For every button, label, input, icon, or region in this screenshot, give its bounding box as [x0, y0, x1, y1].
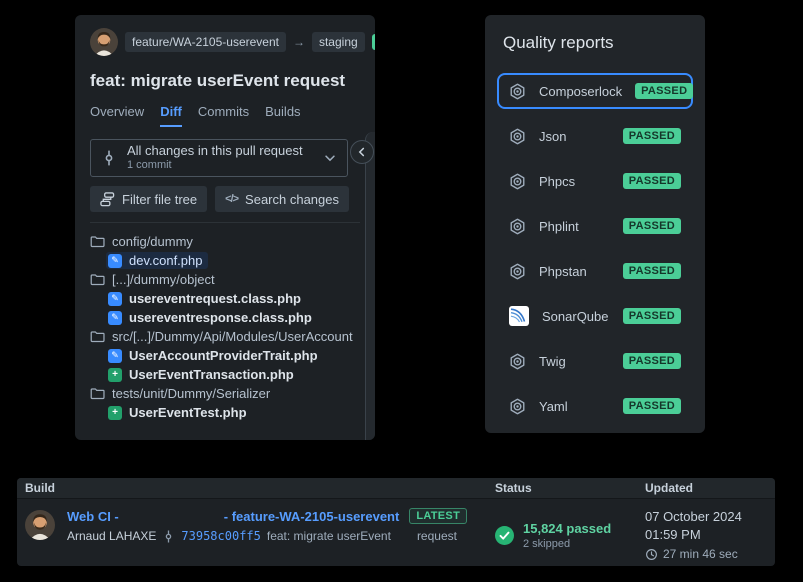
modified-file-icon: ✎ [108, 349, 122, 363]
build-author-avatar[interactable] [25, 510, 55, 540]
builds-table-header: Build Status Updated [17, 478, 775, 499]
file-tree: config/dummy ✎ dev.conf.php [...]/dummy/… [90, 222, 360, 422]
pr-header: feature/WA-2105-userevent → staging MERG… [90, 28, 360, 56]
commit-hash-link[interactable]: 73958c00ff5 [181, 529, 260, 543]
quality-report-sonarqube[interactable]: SonarQube PASSED [497, 298, 693, 334]
diff-panel-edge [365, 132, 375, 440]
tree-folder[interactable]: tests/unit/Dummy/Serializer [90, 384, 360, 403]
added-file-icon: + [108, 368, 122, 382]
quality-report-json[interactable]: Json PASSED [497, 118, 693, 154]
target-branch-chip[interactable]: staging [312, 32, 365, 52]
quality-report-phpstan[interactable]: Phpstan PASSED [497, 253, 693, 289]
tab-overview[interactable]: Overview [90, 104, 144, 127]
branch-arrow: → [293, 35, 305, 49]
passed-badge: PASSED [623, 353, 681, 369]
modified-file-icon: ✎ [108, 292, 122, 306]
tree-file[interactable]: + UserEventTest.php [90, 403, 360, 422]
updated-timestamp: 07 October 2024 01:59 PM [645, 508, 769, 543]
modified-file-icon: ✎ [108, 311, 122, 325]
changes-select-sublabel: 1 commit [127, 159, 303, 172]
quality-reports-panel: Quality reports Composerlock PASSED Json… [485, 15, 705, 433]
tree-file-selected[interactable]: ✎ dev.conf.php [90, 251, 360, 270]
folder-icon [90, 329, 105, 344]
passed-badge: PASSED [623, 398, 681, 414]
pull-request-panel: feature/WA-2105-userevent → staging MERG… [75, 15, 375, 440]
source-branch-chip[interactable]: feature/WA-2105-userevent [125, 32, 286, 52]
tests-passed-count: 15,824 passed [523, 521, 611, 536]
build-link-prefix[interactable]: Web CI - [67, 509, 119, 524]
merged-status-badge: MERGED [372, 34, 375, 50]
clock-icon [645, 548, 658, 561]
status-cell: 15,824 passed 2 skipped [487, 508, 637, 562]
quality-reports-title: Quality reports [503, 33, 693, 53]
tree-file[interactable]: ✎ usereventresponse.class.php [90, 308, 360, 327]
quality-gate-icon [509, 263, 526, 280]
commit-message-suffix: request [417, 529, 457, 543]
quality-gate-icon [509, 173, 526, 190]
quality-report-yaml[interactable]: Yaml PASSED [497, 388, 693, 424]
tab-commits[interactable]: Commits [198, 104, 249, 127]
tree-file[interactable]: + UserEventTransaction.php [90, 365, 360, 384]
search-changes-button[interactable]: </> Search changes [215, 186, 349, 212]
quality-gate-icon [509, 128, 526, 145]
quality-gate-icon [509, 353, 526, 370]
chevron-left-icon [355, 145, 369, 159]
modified-file-icon: ✎ [108, 254, 122, 268]
pr-title: feat: migrate userEvent request [90, 71, 360, 91]
collapse-sidebar-button[interactable] [350, 140, 374, 164]
screen: feature/WA-2105-userevent → staging MERG… [0, 0, 803, 582]
tree-toolbar: Filter file tree </> Search changes [90, 186, 360, 212]
passed-badge: PASSED [623, 263, 681, 279]
pr-author-avatar[interactable] [90, 28, 118, 56]
passed-badge: PASSED [623, 128, 681, 144]
chevron-down-icon [323, 151, 337, 165]
tree-file[interactable]: ✎ UserAccountProviderTrait.php [90, 346, 360, 365]
tab-builds[interactable]: Builds [265, 104, 300, 127]
commit-message: feat: migrate userEvent [267, 529, 391, 543]
commit-icon [162, 530, 175, 543]
quality-gate-icon [509, 83, 526, 100]
changes-select-label: All changes in this pull request [127, 144, 303, 159]
column-status: Status [487, 481, 637, 495]
changes-select[interactable]: All changes in this pull request 1 commi… [90, 139, 348, 177]
folder-icon [90, 386, 105, 401]
passed-badge: PASSED [623, 308, 681, 324]
column-updated: Updated [637, 481, 775, 495]
pr-tab-bar: Overview Diff Commits Builds [90, 104, 360, 127]
quality-gate-icon [509, 218, 526, 235]
updated-cell: 07 October 2024 01:59 PM 27 min 46 sec [637, 508, 775, 562]
quality-report-composerlock[interactable]: Composerlock PASSED [497, 73, 693, 109]
build-row: Web CI - - feature-WA-2105-userevent LAT… [17, 499, 775, 562]
quality-report-phpcs[interactable]: Phpcs PASSED [497, 163, 693, 199]
quality-gate-icon [509, 398, 526, 415]
tree-folder[interactable]: src/[...]/Dummy/Api/Modules/UserAccount [90, 327, 360, 346]
commit-icon [101, 150, 117, 166]
added-file-icon: + [108, 406, 122, 420]
folder-icon [90, 234, 105, 249]
quality-reports-list: Composerlock PASSED Json PASSED Phpcs PA… [497, 73, 693, 424]
file-tree-icon [100, 192, 115, 207]
column-build: Build [17, 481, 487, 495]
builds-table: Build Status Updated Web CI - - feature-… [17, 478, 775, 566]
latest-badge: LATEST [409, 508, 467, 524]
quality-report-phplint[interactable]: Phplint PASSED [497, 208, 693, 244]
build-cell: Web CI - - feature-WA-2105-userevent LAT… [17, 508, 487, 562]
folder-icon [90, 272, 105, 287]
build-link-branch[interactable]: - feature-WA-2105-userevent [224, 509, 400, 524]
passed-badge: PASSED [635, 83, 693, 99]
code-icon: </> [225, 193, 238, 205]
tests-skipped-count: 2 skipped [523, 538, 611, 550]
filter-file-tree-button[interactable]: Filter file tree [90, 186, 207, 212]
tree-folder[interactable]: config/dummy [90, 232, 360, 251]
passed-badge: PASSED [623, 173, 681, 189]
tree-folder[interactable]: [...]/dummy/object [90, 270, 360, 289]
success-check-icon [495, 526, 514, 545]
tree-file[interactable]: ✎ usereventrequest.class.php [90, 289, 360, 308]
quality-report-twig[interactable]: Twig PASSED [497, 343, 693, 379]
sonarqube-icon [509, 306, 529, 326]
tab-diff[interactable]: Diff [160, 104, 182, 127]
build-duration: 27 min 46 sec [663, 546, 738, 562]
passed-badge: PASSED [623, 218, 681, 234]
build-author-name: Arnaud LAHAXE [67, 529, 156, 543]
